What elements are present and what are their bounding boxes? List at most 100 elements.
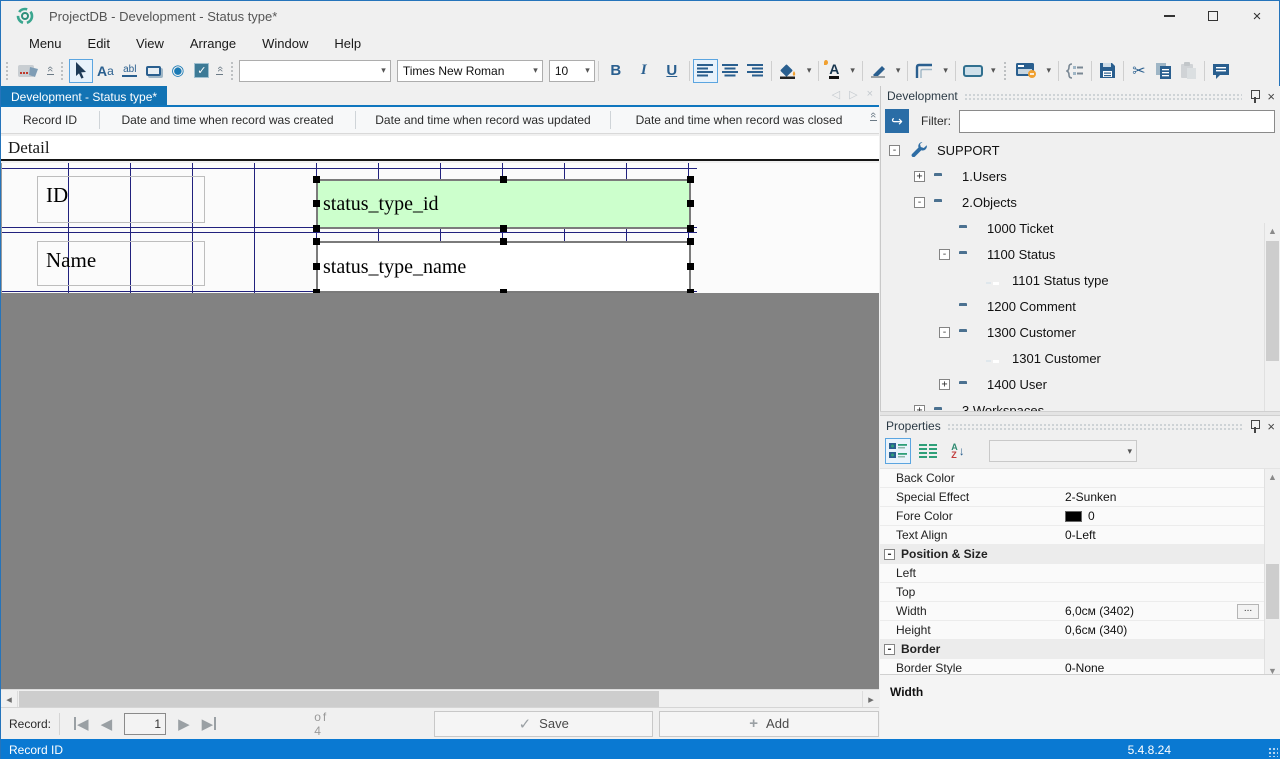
panel-close-icon[interactable]: × <box>1267 419 1275 434</box>
button-tool[interactable] <box>142 59 166 83</box>
collapse-icon[interactable]: - <box>884 548 895 560</box>
textbox-tool[interactable]: abl <box>118 59 142 83</box>
scrollbar-thumb[interactable] <box>1266 241 1279 361</box>
italic-button[interactable]: I <box>630 59 658 83</box>
scrollbar-thumb[interactable] <box>1266 564 1279 619</box>
id-label-control[interactable]: ID <box>37 176 205 223</box>
form-properties-button[interactable] <box>1012 59 1042 83</box>
locate-object-button[interactable]: ↪ <box>885 109 909 133</box>
tab-development-status-type[interactable]: Development - Status type* <box>1 86 168 107</box>
tools-overflow-icon[interactable]: « <box>214 66 226 75</box>
pin-icon[interactable] <box>1250 419 1261 433</box>
line-color-dropdown-icon[interactable]: ▾ <box>892 59 905 83</box>
align-right-button[interactable] <box>743 59 768 83</box>
add-record-button[interactable]: + Add <box>659 710 879 737</box>
toolbar-grip[interactable] <box>60 60 65 81</box>
detail-band-header[interactable]: Detail <box>1 136 879 161</box>
comment-button[interactable] <box>1208 59 1234 83</box>
underline-button[interactable]: U <box>658 59 686 83</box>
tree-item-1200-comment[interactable]: 1200 Comment <box>881 293 1280 319</box>
ellipsis-button[interactable]: ... <box>1237 604 1259 619</box>
last-record-button[interactable]: ▶ <box>202 715 217 733</box>
categorized-view-button[interactable] <box>885 438 911 464</box>
menu-item-menu[interactable]: Menu <box>29 36 62 51</box>
form-properties-dropdown-icon[interactable]: ▾ <box>1042 59 1055 83</box>
first-record-button[interactable]: ◀ <box>74 715 89 733</box>
maximize-button[interactable] <box>1191 1 1235 31</box>
font-size-combobox[interactable]: 10 ▾ <box>548 59 595 82</box>
collapse-icon[interactable]: - <box>939 326 950 338</box>
expand-icon[interactable]: + <box>914 170 925 182</box>
align-left-button[interactable] <box>692 58 718 83</box>
fill-color-button[interactable] <box>775 59 803 83</box>
property-row-text-align[interactable]: Text Align 0-Left <box>880 526 1280 545</box>
development-panel-header[interactable]: Development × <box>881 86 1280 106</box>
select-pointer-tool[interactable] <box>69 58 93 83</box>
column-header-record-id[interactable]: Record ID <box>1 111 100 129</box>
outline-view-button[interactable] <box>1062 59 1088 83</box>
expand-icon[interactable]: + <box>939 378 950 390</box>
fill-color-dropdown-icon[interactable]: ▾ <box>803 59 816 83</box>
properties-panel-header[interactable]: Properties × <box>880 416 1280 436</box>
sort-az-button[interactable]: A Z ↓ <box>945 438 971 464</box>
menu-item-edit[interactable]: Edit <box>88 36 110 51</box>
tab-scroll-left-icon[interactable]: ◁ <box>832 88 840 101</box>
line-color-button[interactable] <box>866 59 892 83</box>
name-label-control[interactable]: Name <box>37 241 205 286</box>
scroll-up-icon[interactable]: ▲ <box>1265 223 1280 238</box>
toolbar-grip[interactable] <box>229 60 235 81</box>
columns-overflow-icon[interactable]: « <box>867 112 880 133</box>
save-button[interactable] <box>1095 59 1120 83</box>
column-header-updated[interactable]: Date and time when record was updated <box>356 111 611 129</box>
border-style-button[interactable] <box>911 59 939 83</box>
tree-item-support[interactable]: - SUPPORT <box>881 137 1280 163</box>
style-combobox[interactable]: ▾ <box>238 59 391 82</box>
horizontal-scrollbar[interactable]: ◂ ▸ <box>1 689 879 707</box>
collapse-icon[interactable]: - <box>889 144 900 156</box>
tree-item-users[interactable]: + 1.Users <box>881 163 1280 189</box>
align-center-button[interactable] <box>718 59 743 83</box>
toolbar-overflow-icon[interactable]: « <box>44 66 57 75</box>
panel-close-icon[interactable]: × <box>1267 89 1275 104</box>
toolbar-grip[interactable] <box>1003 60 1009 81</box>
tree-item-1000-ticket[interactable]: 1000 Ticket <box>881 215 1280 241</box>
property-row-fore-color[interactable]: Fore Color 0 <box>880 507 1280 526</box>
radio-button-tool[interactable]: ◉ <box>166 59 190 83</box>
cut-button[interactable]: ✂ <box>1127 59 1151 83</box>
property-row-back-color[interactable]: Back Color <box>880 469 1280 488</box>
toolbar-grip[interactable] <box>5 60 10 81</box>
shape-tool-dropdown-icon[interactable]: ▾ <box>987 59 1000 83</box>
collapse-icon[interactable]: - <box>914 196 925 208</box>
alphabetical-view-button[interactable] <box>915 438 941 464</box>
filter-input[interactable] <box>959 109 1275 133</box>
minimize-button[interactable] <box>1147 1 1191 31</box>
property-row-top[interactable]: Top <box>880 583 1280 602</box>
menu-item-arrange[interactable]: Arrange <box>190 36 236 51</box>
column-header-closed[interactable]: Date and time when record was closed <box>611 111 867 129</box>
tree-item-1301-customer[interactable]: 1301 Customer <box>881 345 1280 371</box>
property-category-border[interactable]: - Border <box>880 640 1280 659</box>
form-manager-button[interactable] <box>14 59 44 83</box>
tree-item-1400-user[interactable]: + 1400 User <box>881 371 1280 397</box>
status-type-id-textbox[interactable]: status_type_id <box>313 176 694 232</box>
next-record-button[interactable]: ▶ <box>178 715 190 733</box>
font-color-button[interactable]: A <box>822 59 846 83</box>
bold-button[interactable]: B <box>602 59 630 83</box>
scroll-left-icon[interactable]: ◂ <box>1 691 18 707</box>
shape-tool-button[interactable] <box>959 59 987 83</box>
menu-item-help[interactable]: Help <box>334 36 361 51</box>
collapse-icon[interactable]: - <box>884 643 895 655</box>
tab-close-icon[interactable]: × <box>867 88 873 101</box>
resize-grip[interactable] <box>1268 747 1278 757</box>
label-tool[interactable]: Aa <box>93 59 118 83</box>
properties-scrollbar[interactable]: ▲ ▼ <box>1264 469 1280 678</box>
property-row-height[interactable]: Height 0,6см (340) <box>880 621 1280 640</box>
scroll-right-icon[interactable]: ▸ <box>862 691 879 707</box>
collapse-icon[interactable]: - <box>939 248 950 260</box>
menu-item-window[interactable]: Window <box>262 36 308 51</box>
previous-record-button[interactable]: ◀ <box>101 715 113 733</box>
font-color-dropdown-icon[interactable]: ▾ <box>846 59 859 83</box>
scroll-up-icon[interactable]: ▲ <box>1265 469 1280 484</box>
menu-item-view[interactable]: View <box>136 36 164 51</box>
property-category-position-size[interactable]: - Position & Size <box>880 545 1280 564</box>
